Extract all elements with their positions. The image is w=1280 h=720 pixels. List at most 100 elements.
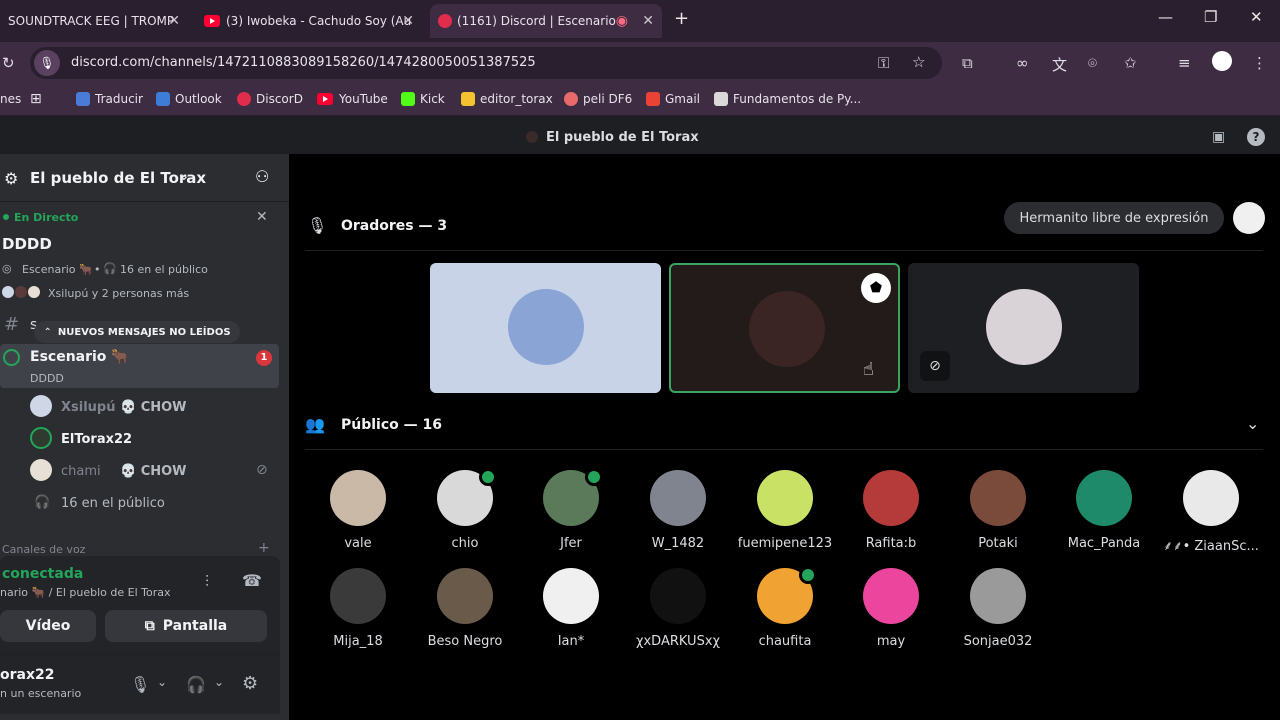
avatar [437, 568, 493, 624]
omnibox[interactable]: 🎙 discord.com/channels/14721108830891582… [30, 47, 942, 79]
bookmark-item[interactable]: YouTube [317, 92, 388, 106]
audience-member[interactable]: W_1482 [618, 470, 738, 560]
add-channel-icon[interactable]: + [258, 540, 270, 556]
voice-member[interactable]: chami 💀 CHOW ⊘ [30, 459, 280, 483]
audience-member[interactable]: Mac_Panda [1044, 470, 1164, 560]
public-count-row[interactable]: 🎧 16 en el público [30, 493, 280, 515]
audience-member[interactable]: Beso Negro [405, 568, 525, 658]
channel-item-escenario[interactable]: Escenario 🐂 DDDD 1 [0, 344, 279, 388]
chevron-down-icon[interactable]: ⌄ [1246, 414, 1259, 433]
audience-member[interactable]: Jfer [511, 468, 631, 560]
apps-grid-icon[interactable]: ⊞ [30, 91, 42, 107]
maximize-icon[interactable]: ❐ [1204, 8, 1217, 26]
profile-avatar[interactable] [1212, 51, 1232, 71]
mic-muted-icon: ⊘ [920, 351, 950, 381]
help-icon[interactable]: ? [1247, 128, 1265, 146]
audience-member[interactable]: vale [298, 470, 418, 560]
audience-member[interactable]: Potaki [938, 470, 1058, 560]
headphones-icon: 🎧 [103, 262, 117, 275]
audience-member[interactable]: fuemipene123 [725, 470, 845, 560]
audience-member[interactable]: may [831, 568, 951, 658]
audience-member[interactable]: chio [405, 468, 525, 560]
audience-member[interactable]: Sonjae032 [938, 568, 1058, 658]
connection-location[interactable]: nario 🐂 / El pueblo de El Torax [0, 586, 171, 599]
gear-icon[interactable]: ⚙ [242, 673, 258, 694]
voice-section-header[interactable]: Canales de voz [2, 543, 85, 556]
avatar [330, 470, 386, 526]
more-menu-icon[interactable]: ⋮ [1252, 54, 1267, 72]
extensions-icon[interactable]: ⧉ [962, 54, 973, 72]
bookmark-star-icon[interactable]: ☆ [912, 53, 925, 71]
new-messages-pill[interactable]: ⌃ NUEVOS MENSAJES NO LEÍDOS [34, 321, 240, 343]
browser-tab[interactable]: SOUNDTRACK EEG | TROMP ✕ [0, 4, 188, 38]
bookmark-item[interactable]: Traducir [76, 92, 143, 106]
speaker-card[interactable]: ⊘ [908, 263, 1139, 393]
server-header[interactable]: ⚙ El pueblo de El Torax ⌄ ⚇ [0, 154, 289, 202]
invite-user-icon[interactable]: ⚇ [255, 167, 269, 186]
avatar [330, 568, 386, 624]
avatar [970, 568, 1026, 624]
audience-member[interactable]: Ian* [511, 568, 631, 658]
audience-member[interactable]: χxDARKUSxχ [618, 568, 738, 658]
recording-icon: ◉ [615, 13, 628, 29]
lens-icon[interactable]: ⌾ [1088, 54, 1097, 72]
translate-icon[interactable]: 文 [1052, 54, 1067, 75]
avatar [30, 395, 52, 417]
url-text[interactable]: discord.com/channels/1472110883089158260… [71, 55, 536, 70]
headphones-icon[interactable]: 🎧 [186, 675, 206, 694]
close-icon[interactable]: ✕ [256, 209, 268, 225]
audience-member[interactable]: Mija_18 [298, 568, 418, 658]
audience-member[interactable]: chaufita [725, 566, 845, 658]
speaker-card-speaking[interactable]: ⬟ ☝ [669, 263, 900, 393]
reload-icon[interactable]: ↻ [2, 54, 15, 72]
inbox-icon[interactable]: ▣ [1212, 129, 1225, 145]
close-icon[interactable]: ✕ [168, 13, 180, 29]
bookmark-item[interactable]: Kick [401, 92, 445, 106]
voice-member[interactable]: Xsilupú 💀 CHOW [30, 395, 280, 419]
key-icon[interactable]: ⚿ [878, 54, 889, 72]
avatar [508, 289, 584, 365]
microphone-icon[interactable]: 🎙 [130, 675, 150, 694]
chevron-down-icon[interactable]: ⌄ [214, 675, 224, 689]
bookmark-item[interactable]: Fundamentos de Py... [714, 92, 861, 106]
stage-info-channel: Escenario 🐂 [22, 263, 93, 276]
member-name: ElTorax22 [61, 432, 133, 447]
bookmark-item[interactable]: Outlook [156, 92, 222, 106]
chevron-down-icon[interactable]: ⌄ [157, 675, 167, 689]
browser-tab-active[interactable]: (1161) Discord | Escenario ◉ ✕ [430, 4, 662, 38]
audience-member[interactable]: ⸙⸙• ZiaanSc... [1151, 470, 1271, 560]
close-window-icon[interactable]: ✕ [1250, 8, 1263, 26]
audience-member[interactable]: Rafita:b [831, 470, 951, 560]
voice-member[interactable]: ElTorax22 [30, 427, 280, 451]
browser-tab[interactable]: (3) Iwobeka - Cachudo Soy (Au ✕ [196, 4, 422, 38]
bookmark-item[interactable]: editor_torax [461, 92, 553, 106]
link-icon[interactable]: ∞ [1016, 54, 1029, 72]
avatar[interactable] [1233, 202, 1265, 234]
bookmark-item[interactable]: peli DF6 [564, 92, 632, 106]
video-button[interactable]: Vídeo [0, 610, 96, 642]
hand-raise-button[interactable]: Hermanito libre de expresión [1004, 202, 1224, 234]
new-tab-icon[interactable]: + [674, 8, 689, 29]
speaker-card[interactable] [430, 263, 661, 393]
avatar [863, 568, 919, 624]
screen-share-button[interactable]: ⧉ Pantalla [105, 610, 267, 642]
media-icon[interactable]: ≡ [1178, 54, 1191, 72]
bookmark-item[interactable]: DiscorD [237, 92, 303, 106]
close-icon[interactable]: ✕ [402, 13, 414, 29]
audience-name: Sonjae032 [963, 634, 1033, 649]
user-name[interactable]: orax22 [0, 667, 54, 683]
tab-title: (1161) Discord | Escenario [457, 14, 616, 28]
mic-permission-icon[interactable]: 🎙 [34, 50, 60, 76]
minimize-icon[interactable]: — [1158, 8, 1173, 26]
bookmark-item[interactable]: Gmail [646, 92, 700, 106]
stage-title[interactable]: DDDD [2, 235, 52, 253]
disconnect-icon[interactable]: ☎ [242, 571, 262, 590]
close-icon[interactable]: ✕ [642, 13, 654, 29]
headphones-icon: 🎧 [34, 495, 51, 510]
connection-status[interactable]: conectada [2, 566, 83, 582]
noise-suppression-icon[interactable]: ⫶ [205, 572, 209, 592]
audience-name: fuemipene123 [737, 536, 833, 551]
audience-icon: 👥 [305, 415, 325, 434]
favorites-icon[interactable]: ✩ [1124, 54, 1137, 72]
bookmark-item[interactable]: nes [0, 92, 21, 106]
